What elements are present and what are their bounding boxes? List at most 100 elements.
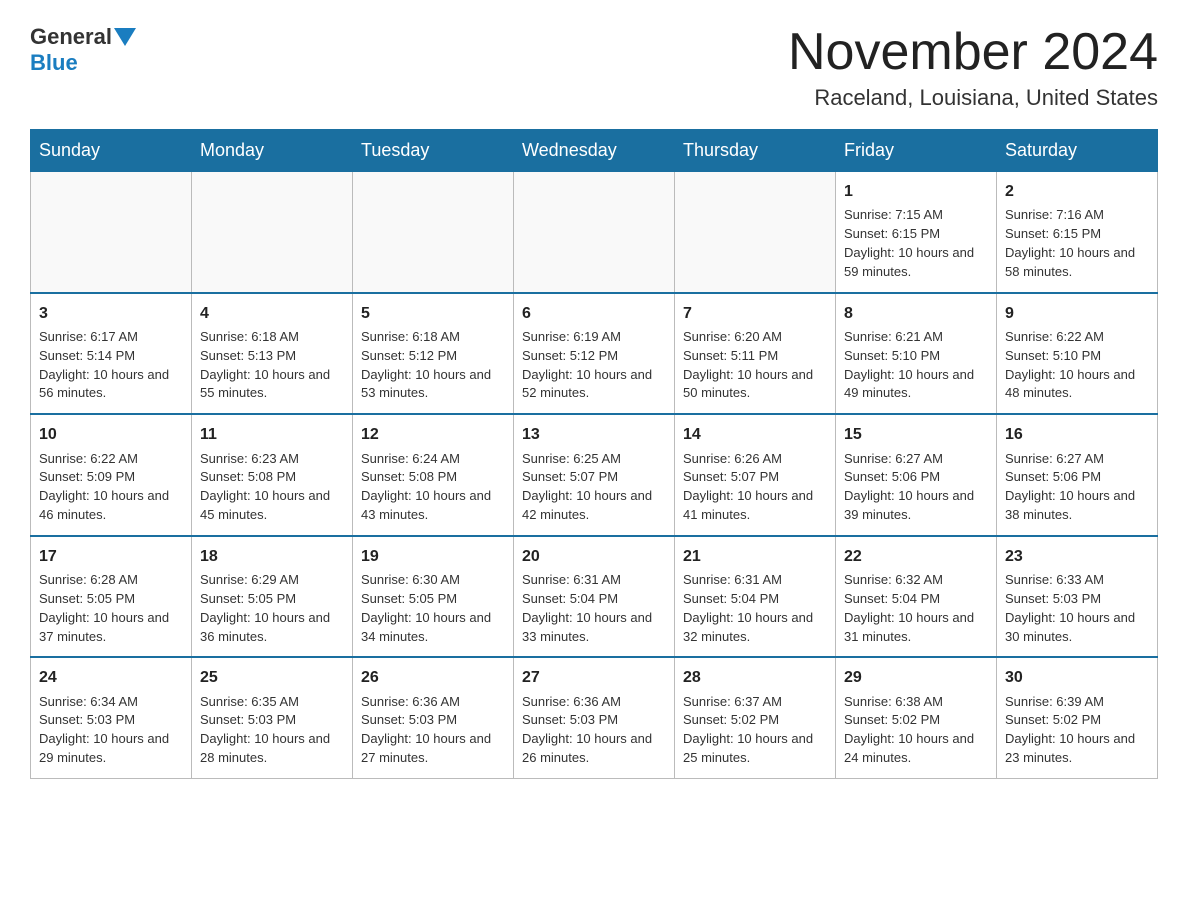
column-header-wednesday: Wednesday [514, 130, 675, 172]
calendar-cell: 23 Sunrise: 6:33 AM Sunset: 5:03 PM Dayli… [997, 536, 1158, 658]
day-info: Sunrise: 6:28 AM Sunset: 5:05 PM Dayligh… [39, 571, 183, 646]
logo-blue-text: Blue [30, 50, 78, 75]
calendar-table: SundayMondayTuesdayWednesdayThursdayFrid… [30, 129, 1158, 779]
calendar-cell: 6 Sunrise: 6:19 AM Sunset: 5:12 PM Daylig… [514, 293, 675, 415]
day-number: 12 [361, 423, 505, 446]
calendar-cell: 12Sunrise: 6:24 AM Sunset: 5:08 PM Dayli… [353, 414, 514, 536]
day-info: Sunrise: 6:21 AM Sunset: 5:10 PM Dayligh… [844, 328, 988, 403]
day-number: 22 [844, 545, 988, 568]
day-info: Sunrise: 6:36 AM Sunset: 5:03 PM Dayligh… [522, 693, 666, 768]
calendar-cell: 7 Sunrise: 6:20 AM Sunset: 5:11 PM Daylig… [675, 293, 836, 415]
calendar-cell: 25Sunrise: 6:35 AM Sunset: 5:03 PM Dayli… [192, 657, 353, 778]
calendar-cell: 20 Sunrise: 6:31 AM Sunset: 5:04 PM Dayli… [514, 536, 675, 658]
calendar-cell [675, 172, 836, 293]
calendar-cell: 29Sunrise: 6:38 AM Sunset: 5:02 PM Dayli… [836, 657, 997, 778]
calendar-cell [192, 172, 353, 293]
day-number: 21 [683, 545, 827, 568]
calendar-cell: 27 Sunrise: 6:36 AM Sunset: 5:03 PM Dayli… [514, 657, 675, 778]
calendar-cell: 13 Sunrise: 6:25 AM Sunset: 5:07 PM Dayli… [514, 414, 675, 536]
day-number: 13 [522, 423, 666, 446]
day-info: Sunrise: 6:19 AM Sunset: 5:12 PM Dayligh… [522, 328, 666, 403]
day-info: Sunrise: 6:23 AM Sunset: 5:08 PM Dayligh… [200, 450, 344, 525]
day-info: Sunrise: 6:31 AM Sunset: 5:04 PM Dayligh… [522, 571, 666, 646]
day-number: 3 [39, 302, 183, 325]
calendar-week-row: 17Sunrise: 6:28 AM Sunset: 5:05 PM Dayli… [31, 536, 1158, 658]
day-info: Sunrise: 6:39 AM Sunset: 5:02 PM Dayligh… [1005, 693, 1149, 768]
calendar-cell: 9Sunrise: 6:22 AM Sunset: 5:10 PM Daylig… [997, 293, 1158, 415]
day-info: Sunrise: 6:18 AM Sunset: 5:12 PM Dayligh… [361, 328, 505, 403]
column-header-thursday: Thursday [675, 130, 836, 172]
day-info: Sunrise: 6:37 AM Sunset: 5:02 PM Dayligh… [683, 693, 827, 768]
day-number: 25 [200, 666, 344, 689]
day-info: Sunrise: 6:30 AM Sunset: 5:05 PM Dayligh… [361, 571, 505, 646]
day-info: Sunrise: 7:15 AM Sunset: 6:15 PM Dayligh… [844, 206, 988, 281]
day-number: 19 [361, 545, 505, 568]
day-number: 10 [39, 423, 183, 446]
calendar-cell: 16Sunrise: 6:27 AM Sunset: 5:06 PM Dayli… [997, 414, 1158, 536]
calendar-cell: 17Sunrise: 6:28 AM Sunset: 5:05 PM Dayli… [31, 536, 192, 658]
day-info: Sunrise: 6:29 AM Sunset: 5:05 PM Dayligh… [200, 571, 344, 646]
day-number: 24 [39, 666, 183, 689]
page-header: General Blue November 2024 Raceland, Lou… [30, 24, 1158, 111]
day-info: Sunrise: 7:16 AM Sunset: 6:15 PM Dayligh… [1005, 206, 1149, 281]
day-info: Sunrise: 6:32 AM Sunset: 5:04 PM Dayligh… [844, 571, 988, 646]
day-info: Sunrise: 6:34 AM Sunset: 5:03 PM Dayligh… [39, 693, 183, 768]
calendar-week-row: 3 Sunrise: 6:17 AM Sunset: 5:14 PM Daylig… [31, 293, 1158, 415]
day-number: 6 [522, 302, 666, 325]
calendar-cell: 15Sunrise: 6:27 AM Sunset: 5:06 PM Dayli… [836, 414, 997, 536]
day-info: Sunrise: 6:22 AM Sunset: 5:09 PM Dayligh… [39, 450, 183, 525]
day-number: 8 [844, 302, 988, 325]
calendar-week-row: 10 Sunrise: 6:22 AM Sunset: 5:09 PM Dayli… [31, 414, 1158, 536]
day-info: Sunrise: 6:33 AM Sunset: 5:03 PM Dayligh… [1005, 571, 1149, 646]
column-header-tuesday: Tuesday [353, 130, 514, 172]
column-header-sunday: Sunday [31, 130, 192, 172]
day-info: Sunrise: 6:25 AM Sunset: 5:07 PM Dayligh… [522, 450, 666, 525]
day-number: 20 [522, 545, 666, 568]
day-info: Sunrise: 6:36 AM Sunset: 5:03 PM Dayligh… [361, 693, 505, 768]
location-subtitle: Raceland, Louisiana, United States [788, 85, 1158, 111]
day-number: 23 [1005, 545, 1149, 568]
day-number: 4 [200, 302, 344, 325]
calendar-cell: 24 Sunrise: 6:34 AM Sunset: 5:03 PM Dayli… [31, 657, 192, 778]
day-info: Sunrise: 6:20 AM Sunset: 5:11 PM Dayligh… [683, 328, 827, 403]
day-number: 28 [683, 666, 827, 689]
day-number: 15 [844, 423, 988, 446]
calendar-cell [514, 172, 675, 293]
logo-general-text: General [30, 24, 112, 50]
calendar-cell: 22 Sunrise: 6:32 AM Sunset: 5:04 PM Dayli… [836, 536, 997, 658]
calendar-cell: 8 Sunrise: 6:21 AM Sunset: 5:10 PM Daylig… [836, 293, 997, 415]
calendar-cell: 1 Sunrise: 7:15 AM Sunset: 6:15 PM Daylig… [836, 172, 997, 293]
day-number: 9 [1005, 302, 1149, 325]
calendar-cell: 10 Sunrise: 6:22 AM Sunset: 5:09 PM Dayli… [31, 414, 192, 536]
day-number: 14 [683, 423, 827, 446]
day-number: 27 [522, 666, 666, 689]
day-number: 7 [683, 302, 827, 325]
day-number: 26 [361, 666, 505, 689]
column-header-saturday: Saturday [997, 130, 1158, 172]
calendar-cell: 4Sunrise: 6:18 AM Sunset: 5:13 PM Daylig… [192, 293, 353, 415]
calendar-cell: 2Sunrise: 7:16 AM Sunset: 6:15 PM Daylig… [997, 172, 1158, 293]
calendar-week-row: 1 Sunrise: 7:15 AM Sunset: 6:15 PM Daylig… [31, 172, 1158, 293]
day-info: Sunrise: 6:31 AM Sunset: 5:04 PM Dayligh… [683, 571, 827, 646]
calendar-cell: 21 Sunrise: 6:31 AM Sunset: 5:04 PM Dayli… [675, 536, 836, 658]
calendar-cell: 26 Sunrise: 6:36 AM Sunset: 5:03 PM Dayli… [353, 657, 514, 778]
day-number: 5 [361, 302, 505, 325]
logo-triangle-icon [114, 28, 136, 48]
calendar-cell: 3 Sunrise: 6:17 AM Sunset: 5:14 PM Daylig… [31, 293, 192, 415]
column-header-monday: Monday [192, 130, 353, 172]
calendar-week-row: 24 Sunrise: 6:34 AM Sunset: 5:03 PM Dayli… [31, 657, 1158, 778]
day-number: 1 [844, 180, 988, 203]
logo: General Blue [30, 24, 136, 76]
calendar-cell: 5 Sunrise: 6:18 AM Sunset: 5:12 PM Daylig… [353, 293, 514, 415]
day-number: 29 [844, 666, 988, 689]
month-title: November 2024 [788, 24, 1158, 81]
day-info: Sunrise: 6:17 AM Sunset: 5:14 PM Dayligh… [39, 328, 183, 403]
calendar-cell: 14Sunrise: 6:26 AM Sunset: 5:07 PM Dayli… [675, 414, 836, 536]
title-area: November 2024 Raceland, Louisiana, Unite… [788, 24, 1158, 111]
calendar-cell: 18 Sunrise: 6:29 AM Sunset: 5:05 PM Dayli… [192, 536, 353, 658]
day-number: 11 [200, 423, 344, 446]
day-number: 30 [1005, 666, 1149, 689]
calendar-cell [353, 172, 514, 293]
day-info: Sunrise: 6:27 AM Sunset: 5:06 PM Dayligh… [1005, 450, 1149, 525]
day-number: 18 [200, 545, 344, 568]
